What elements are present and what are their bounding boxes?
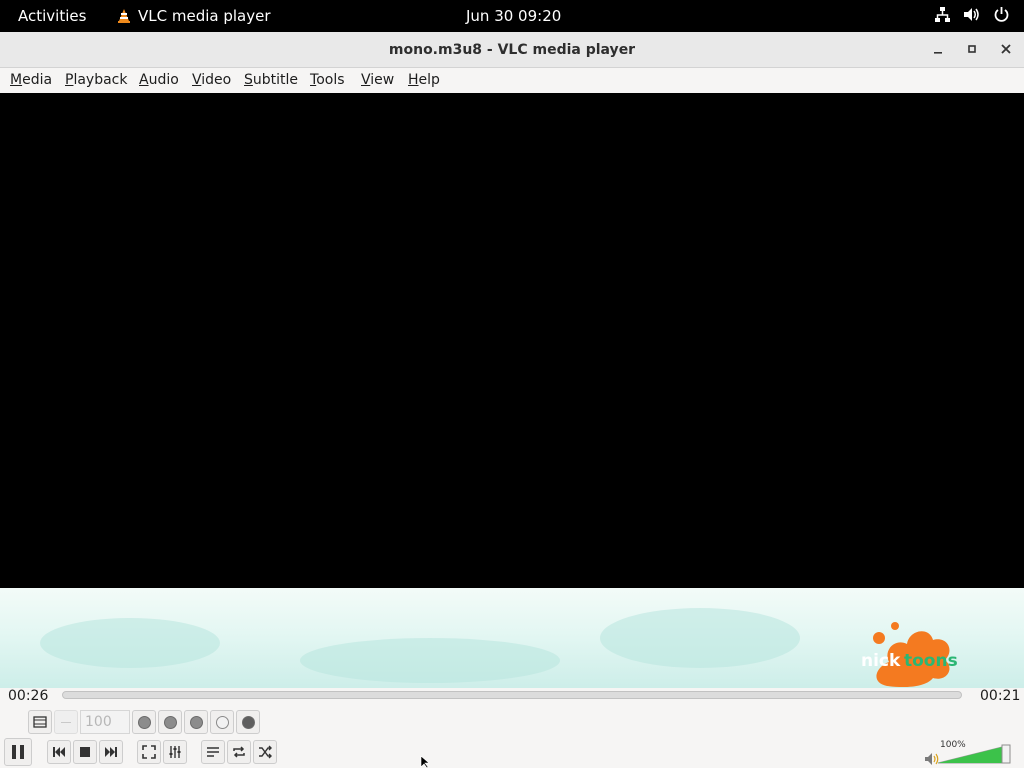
minimize-icon: [934, 52, 942, 54]
menu-media[interactable]: Media: [10, 72, 52, 88]
playlist-icon: [207, 747, 219, 757]
background-texture: [40, 618, 220, 668]
window-title: mono.m3u8 - VLC media player: [388, 42, 636, 58]
stop-button[interactable]: [73, 740, 97, 764]
vlc-cone-icon: [118, 9, 130, 23]
fullscreen-button[interactable]: [137, 740, 161, 764]
skip-back-icon: [53, 747, 65, 757]
background-texture: [600, 608, 800, 668]
equalizer-icon: [169, 746, 181, 758]
menu-view[interactable]: View: [361, 72, 394, 88]
window-titlebar[interactable]: mono.m3u8 - VLC media player: [0, 32, 1024, 68]
loop-icon: [233, 746, 245, 758]
remaining-time[interactable]: 00:21: [980, 688, 1020, 704]
snapshot-button[interactable]: [158, 710, 182, 734]
close-icon: [1001, 44, 1011, 54]
menu-audio-mnemonic: A: [139, 72, 149, 88]
fullscreen-icon: [142, 745, 156, 759]
menu-subtitle[interactable]: Subtitle: [244, 72, 298, 88]
extended-settings-button[interactable]: [163, 740, 187, 764]
gnome-top-bar: Activities VLC media player Jun 30 09:20: [0, 0, 1024, 32]
loop-ab-button[interactable]: [184, 710, 208, 734]
shuffle-icon: [259, 745, 272, 759]
video-display[interactable]: [0, 93, 1024, 588]
minimize-button[interactable]: [926, 38, 950, 62]
nicktoons-logo: nick toons: [861, 622, 958, 688]
menu-media-label: edia: [22, 72, 53, 88]
menu-view-label: iew: [370, 72, 395, 88]
background-texture: [300, 638, 560, 683]
app-name: VLC media player: [138, 7, 271, 25]
effects-icon: [241, 715, 255, 729]
app-menu[interactable]: VLC media player: [117, 7, 271, 25]
menu-tools-label: Tools: [310, 72, 345, 88]
activities-button[interactable]: Activities: [18, 7, 86, 25]
menu-playback-label: layback: [73, 72, 128, 88]
record-button[interactable]: [132, 710, 156, 734]
playlist-button[interactable]: [201, 740, 225, 764]
menu-help[interactable]: Help: [408, 72, 440, 88]
volume-icon: [964, 8, 979, 21]
previous-button[interactable]: [47, 740, 71, 764]
menu-playback[interactable]: Playback: [65, 72, 127, 88]
menu-help-label: elp: [418, 72, 440, 88]
menu-subtitle-label: ubtitle: [252, 72, 299, 88]
effects-button[interactable]: [236, 710, 260, 734]
maximize-icon: [968, 45, 976, 53]
volume-level-ramp: [937, 744, 1011, 764]
menu-tools[interactable]: Tools: [310, 72, 345, 88]
loop-ab-icon: [189, 715, 203, 729]
video-frame-lower-area: nick toons: [0, 588, 1024, 688]
snapshot-icon: [163, 715, 177, 729]
zoom-toggle-icon: [61, 721, 71, 723]
mouse-pointer-icon: [420, 756, 430, 768]
svg-text:toons: toons: [904, 651, 958, 671]
control-panel: 00:26 00:21 100 100%: [0, 688, 1024, 768]
power-icon: [994, 7, 1009, 22]
menu-view-mnemonic: V: [361, 72, 371, 88]
filmstrip-icon: [33, 716, 47, 728]
frame-step-icon: [215, 715, 229, 729]
shuffle-button[interactable]: [253, 740, 277, 764]
skip-forward-icon: [105, 747, 117, 757]
system-tray[interactable]: [934, 6, 1010, 23]
frame-by-frame-button[interactable]: [28, 710, 52, 734]
zoom-spinbox[interactable]: 100: [80, 710, 130, 734]
menu-bar: Media Playback Audio Video Subtitle Tool…: [0, 68, 1024, 93]
menu-help-mnemonic: H: [408, 72, 419, 88]
menu-subtitle-mnemonic: S: [244, 72, 253, 88]
zoom-toggle-button[interactable]: [54, 710, 78, 734]
svg-text:nick: nick: [861, 651, 901, 671]
frame-step-button[interactable]: [210, 710, 234, 734]
pause-icon: [12, 745, 24, 759]
close-button[interactable]: [994, 38, 1018, 62]
seek-bar[interactable]: [62, 691, 962, 699]
record-icon: [137, 715, 151, 729]
clock[interactable]: Jun 30 09:20: [466, 7, 561, 25]
maximize-button[interactable]: [960, 38, 984, 62]
stop-icon: [80, 747, 90, 757]
menu-video[interactable]: Video: [192, 72, 231, 88]
next-button[interactable]: [99, 740, 123, 764]
pause-button[interactable]: [4, 738, 32, 766]
menu-video-label: ideo: [201, 72, 232, 88]
elapsed-time[interactable]: 00:26: [8, 688, 48, 704]
network-icon: [935, 7, 950, 22]
volume-slider[interactable]: 100%: [936, 740, 1014, 764]
menu-media-mnemonic: M: [10, 72, 23, 88]
loop-button[interactable]: [227, 740, 251, 764]
menu-audio-label: udio: [148, 72, 179, 88]
menu-audio[interactable]: Audio: [139, 72, 179, 88]
menu-video-mnemonic: V: [192, 72, 202, 88]
